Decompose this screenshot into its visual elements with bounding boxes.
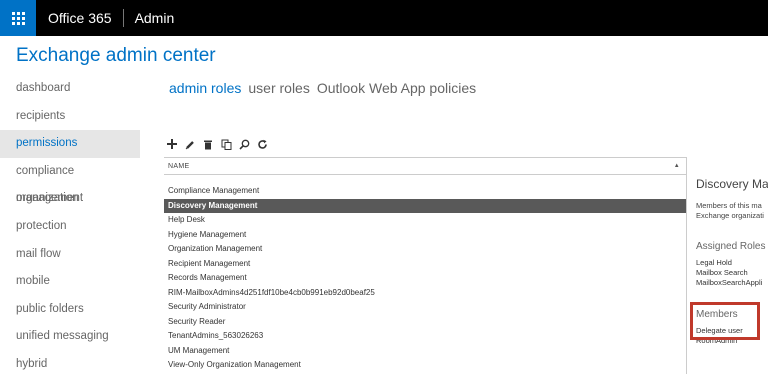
topbar-divider <box>122 9 124 27</box>
sort-ascending-icon[interactable]: ▲ <box>674 163 680 169</box>
tab-admin-roles[interactable]: admin roles <box>169 80 241 96</box>
assigned-roles-heading: Assigned Roles <box>696 241 766 252</box>
waffle-icon <box>11 11 25 25</box>
table-row[interactable]: Recipient Management <box>164 257 686 272</box>
table-row[interactable]: Hygiene Management <box>164 228 686 243</box>
delete-icon[interactable] <box>202 137 214 151</box>
nav-item-recipients[interactable]: recipients <box>0 103 140 131</box>
nav-item-protection[interactable]: protection <box>0 213 140 241</box>
table-row[interactable]: UM Management <box>164 344 686 359</box>
nav-item-mail-flow[interactable]: mail flow <box>0 241 140 269</box>
table-header: NAME ▲ <box>164 157 686 175</box>
top-bar: Office 365 Admin <box>0 0 768 36</box>
assigned-role-item: Mailbox Search <box>696 268 748 277</box>
tab-outlook-web-app-policies[interactable]: Outlook Web App policies <box>317 80 476 96</box>
nav-item-dashboard[interactable]: dashboard <box>0 75 140 103</box>
table-row[interactable]: Help Desk <box>164 213 686 228</box>
details-description-line: Members of this ma <box>696 201 762 210</box>
nav-item-organization[interactable]: organization <box>0 185 140 213</box>
edit-icon[interactable] <box>184 137 196 151</box>
table-row[interactable]: Organization Management <box>164 242 686 257</box>
table-body: Compliance Management Discovery Manageme… <box>164 175 686 373</box>
table-row[interactable]: Security Administrator <box>164 300 686 315</box>
highlight-box <box>690 302 760 340</box>
table-row[interactable]: RIM-MailboxAdmins4d251fdf10be4cb0b991eb9… <box>164 286 686 301</box>
app-launcher-button[interactable] <box>0 0 36 36</box>
details-description-line: Exchange organizati <box>696 211 764 220</box>
nav-item-hybrid[interactable]: hybrid <box>0 351 140 374</box>
refresh-icon[interactable] <box>256 137 268 151</box>
tab-user-roles[interactable]: user roles <box>248 80 309 96</box>
assigned-role-item: MailboxSearchAppli <box>696 278 763 287</box>
assigned-roles-list: Legal Hold Mailbox Search MailboxSearchA… <box>696 258 762 288</box>
table-row[interactable]: TenantAdmins_563026263 <box>164 329 686 344</box>
details-pane: Discovery Mar Members of this ma Exchang… <box>696 157 768 374</box>
copy-icon[interactable] <box>220 137 232 151</box>
table-row-selected[interactable]: Discovery Management <box>164 198 686 213</box>
table-row[interactable]: View-Only Organization Management <box>164 358 686 373</box>
table-row[interactable]: Compliance Management <box>164 184 686 199</box>
nav-item-mobile[interactable]: mobile <box>0 268 140 296</box>
table-row[interactable]: Security Reader <box>164 315 686 330</box>
admin-link[interactable]: Admin <box>135 10 175 26</box>
nav-item-permissions[interactable]: permissions <box>0 130 140 158</box>
office-365-link[interactable]: Office 365 <box>48 10 112 26</box>
assigned-role-item: Legal Hold <box>696 258 732 267</box>
admin-roles-table: NAME ▲ Compliance Management Discovery M… <box>164 157 686 373</box>
nav-item-unified-messaging[interactable]: unified messaging <box>0 323 140 351</box>
nav-item-public-folders[interactable]: public folders <box>0 296 140 324</box>
table-row[interactable]: Records Management <box>164 271 686 286</box>
tab-bar: admin roles user roles Outlook Web App p… <box>169 80 476 96</box>
pane-divider <box>686 157 687 374</box>
details-description: Members of this ma Exchange organizati <box>696 201 764 221</box>
toolbar <box>166 137 268 151</box>
details-title: Discovery Mar <box>696 177 768 191</box>
nav-item-compliance-management[interactable]: compliance management <box>0 158 140 205</box>
page-title: Exchange admin center <box>16 45 216 66</box>
name-column-header[interactable]: NAME <box>168 163 189 170</box>
left-nav: dashboard recipients permissions complia… <box>0 75 140 374</box>
search-icon[interactable] <box>238 137 250 151</box>
add-icon[interactable] <box>166 137 178 151</box>
